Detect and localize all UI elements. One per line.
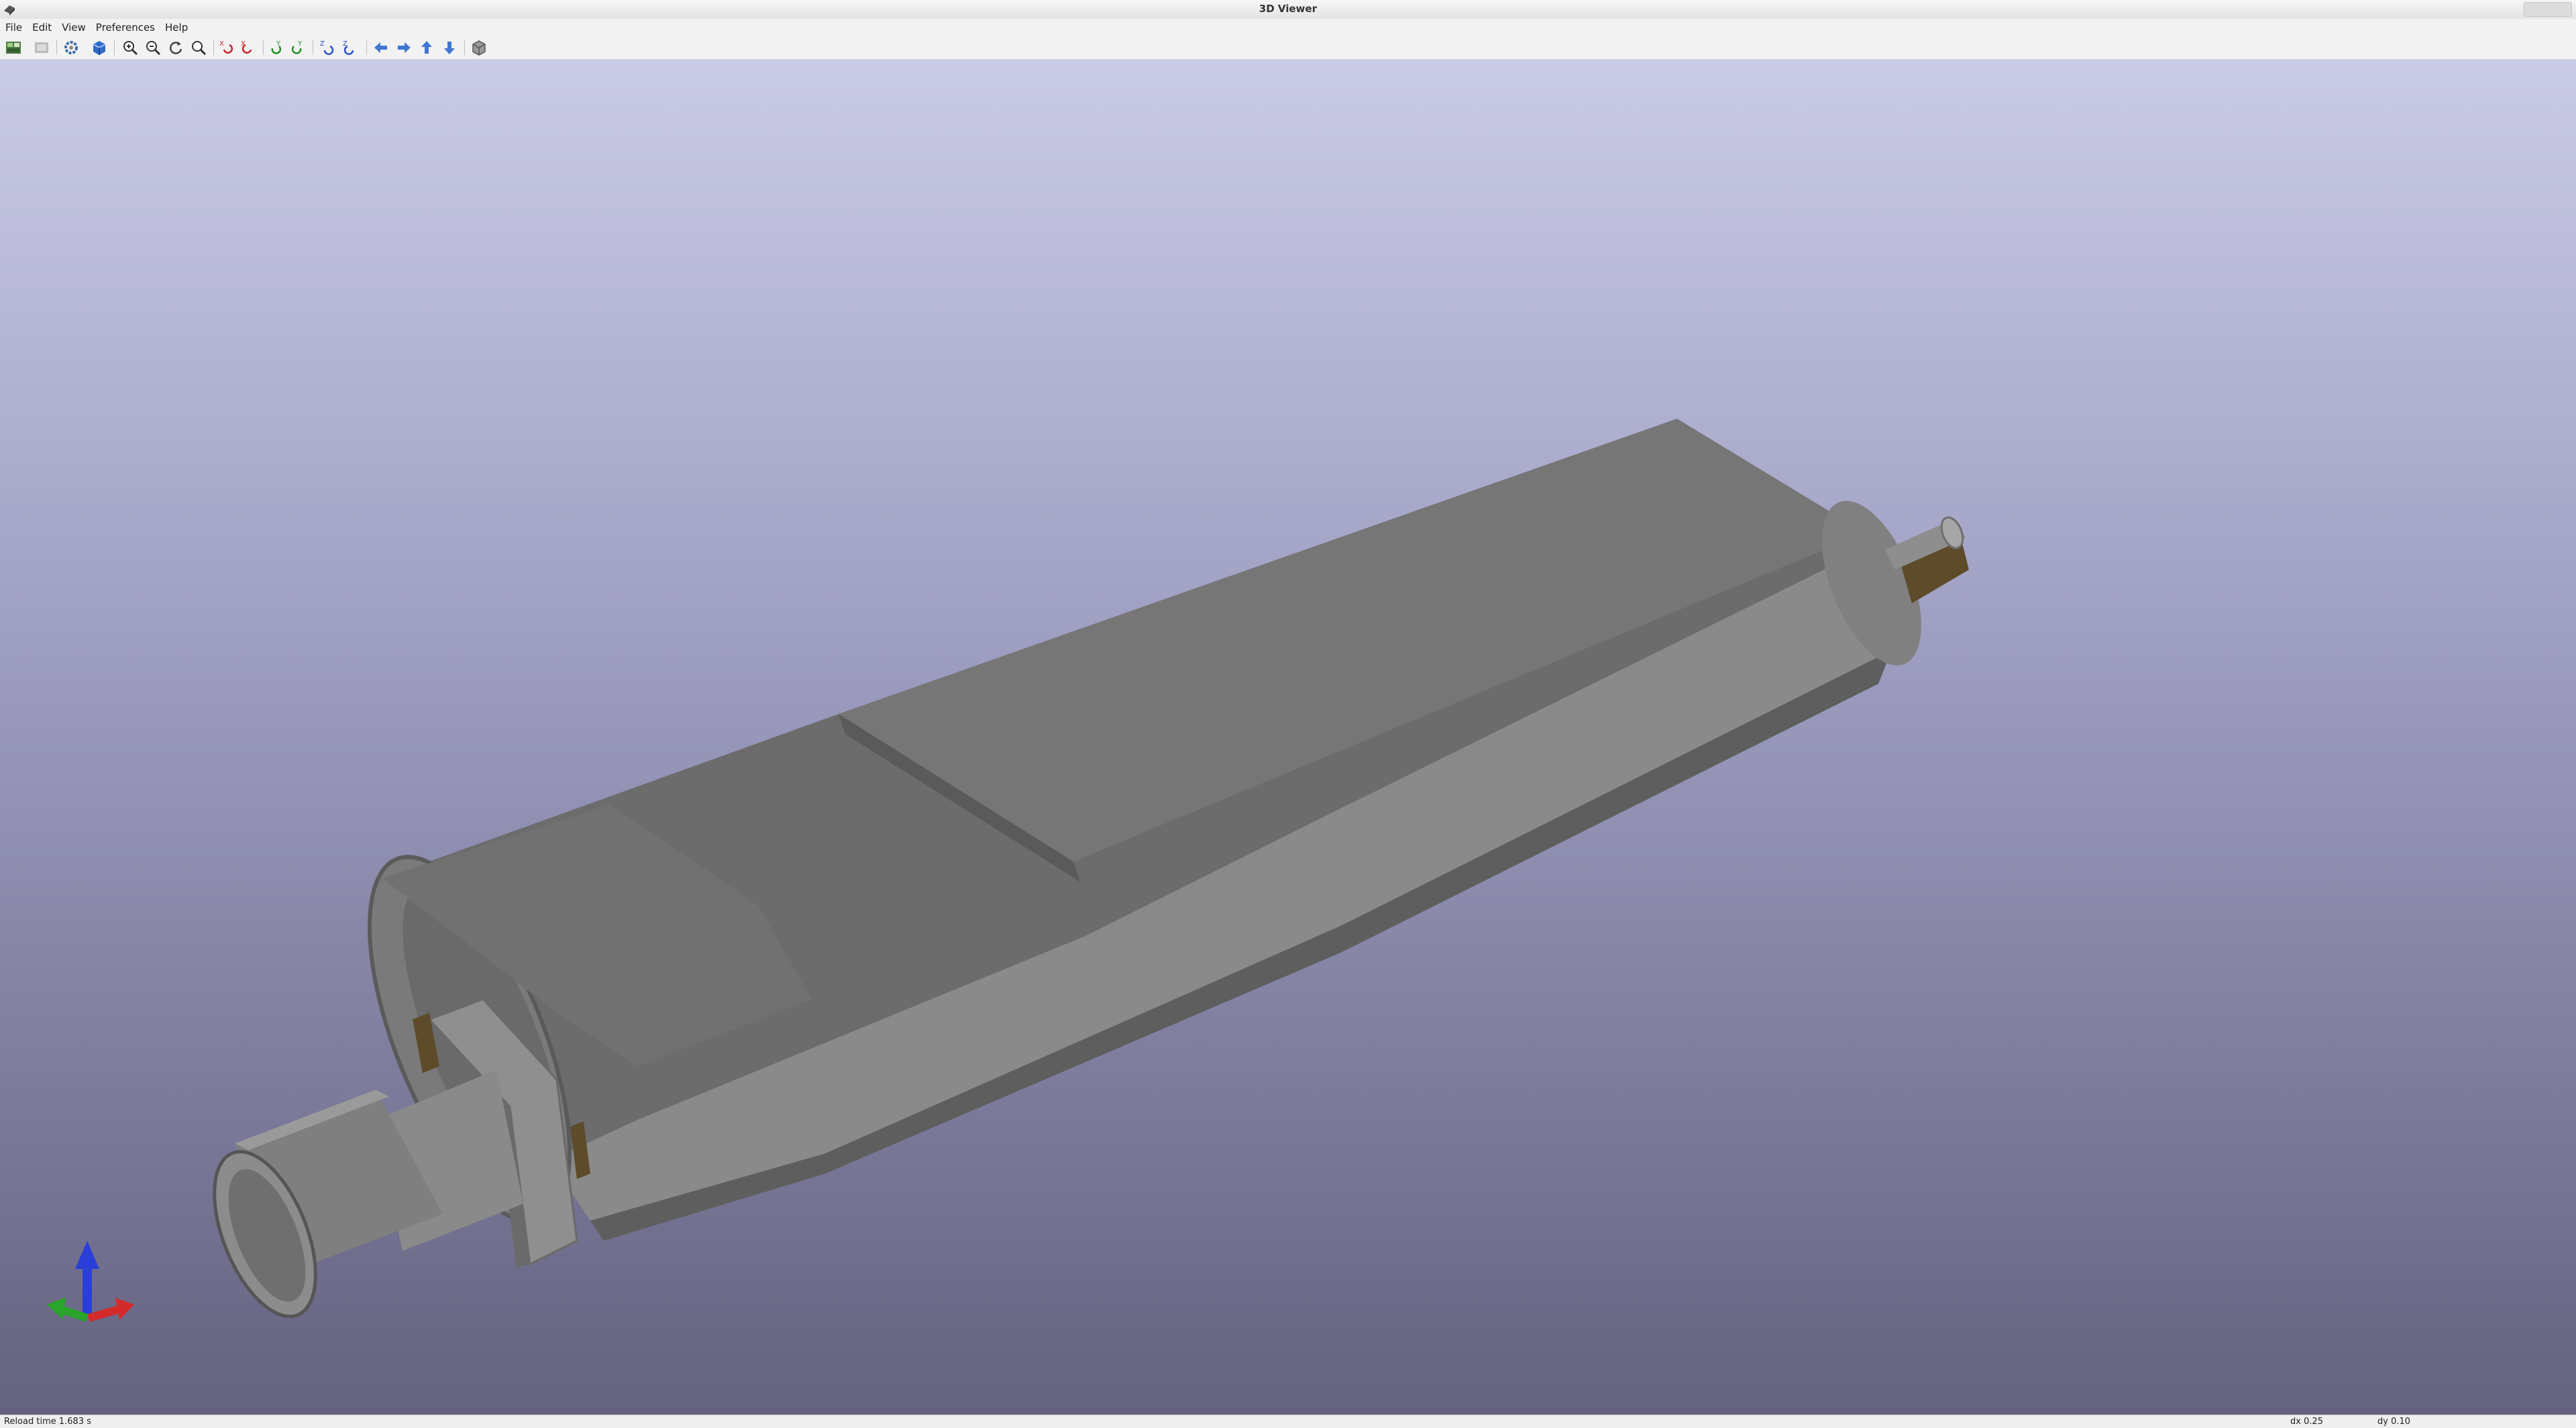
svg-text:Y: Y — [297, 40, 303, 48]
menu-edit[interactable]: Edit — [28, 21, 56, 34]
status-dx: dx 0.25 — [2290, 1417, 2324, 1427]
preferences-icon[interactable] — [62, 38, 80, 57]
window-controls[interactable] — [2524, 2, 2572, 17]
svg-text:X: X — [219, 40, 224, 48]
toolbar-separator — [366, 40, 367, 55]
menu-bar: File Edit View Preferences Help — [0, 19, 2576, 36]
rotate-y-ccw-icon[interactable]: Y — [288, 38, 307, 57]
menu-view[interactable]: View — [57, 21, 91, 34]
menu-file[interactable]: File — [1, 21, 27, 34]
zoom-fit-icon[interactable] — [189, 38, 208, 57]
status-dy: dy 0.10 — [2377, 1417, 2411, 1427]
3d-viewport[interactable] — [0, 60, 2576, 1415]
orthographic-icon[interactable] — [470, 38, 488, 57]
axis-y-arrowhead — [47, 1297, 66, 1320]
model-render — [213, 419, 1969, 1319]
toolbar-separator — [464, 40, 465, 55]
toolbar-separator — [114, 40, 115, 55]
rotate-z-cw-icon[interactable]: Z — [318, 38, 337, 57]
zoom-out-icon[interactable] — [144, 38, 162, 57]
rotate-x-cw-icon[interactable]: X — [217, 38, 236, 57]
move-left-icon[interactable] — [372, 38, 390, 57]
zoom-in-icon[interactable] — [121, 38, 140, 57]
raytrace-icon[interactable] — [32, 38, 51, 57]
status-message: Reload time 1.683 s — [4, 1417, 91, 1427]
material-icon[interactable] — [90, 38, 109, 57]
status-bar: Reload time 1.683 s dx 0.25 dy 0.10 — [0, 1415, 2576, 1428]
axis-x-arrow — [87, 1305, 121, 1322]
move-right-icon[interactable] — [394, 38, 413, 57]
axis-x-arrowhead — [115, 1298, 134, 1320]
axis-gizmo — [47, 1241, 134, 1322]
window-title: 3D Viewer — [1258, 3, 1318, 15]
toolbar: X X Y Y Z Z — [0, 36, 2576, 60]
axis-z-arrowhead — [75, 1241, 99, 1269]
move-up-icon[interactable] — [417, 38, 436, 57]
toolbar-separator — [263, 40, 264, 55]
menu-help[interactable]: Help — [160, 21, 193, 34]
render-options-icon[interactable] — [4, 38, 23, 57]
rotate-y-cw-icon[interactable]: Y — [267, 38, 286, 57]
svg-text:Z: Z — [320, 40, 325, 48]
rotate-x-ccw-icon[interactable]: X — [239, 38, 258, 57]
menu-preferences[interactable]: Preferences — [91, 21, 160, 34]
move-down-icon[interactable] — [440, 38, 459, 57]
toolbar-separator — [56, 40, 57, 55]
redraw-icon[interactable] — [166, 38, 185, 57]
rotate-z-ccw-icon[interactable]: Z — [341, 38, 360, 57]
title-bar: 3D Viewer — [0, 0, 2576, 19]
toolbar-separator — [213, 40, 214, 55]
